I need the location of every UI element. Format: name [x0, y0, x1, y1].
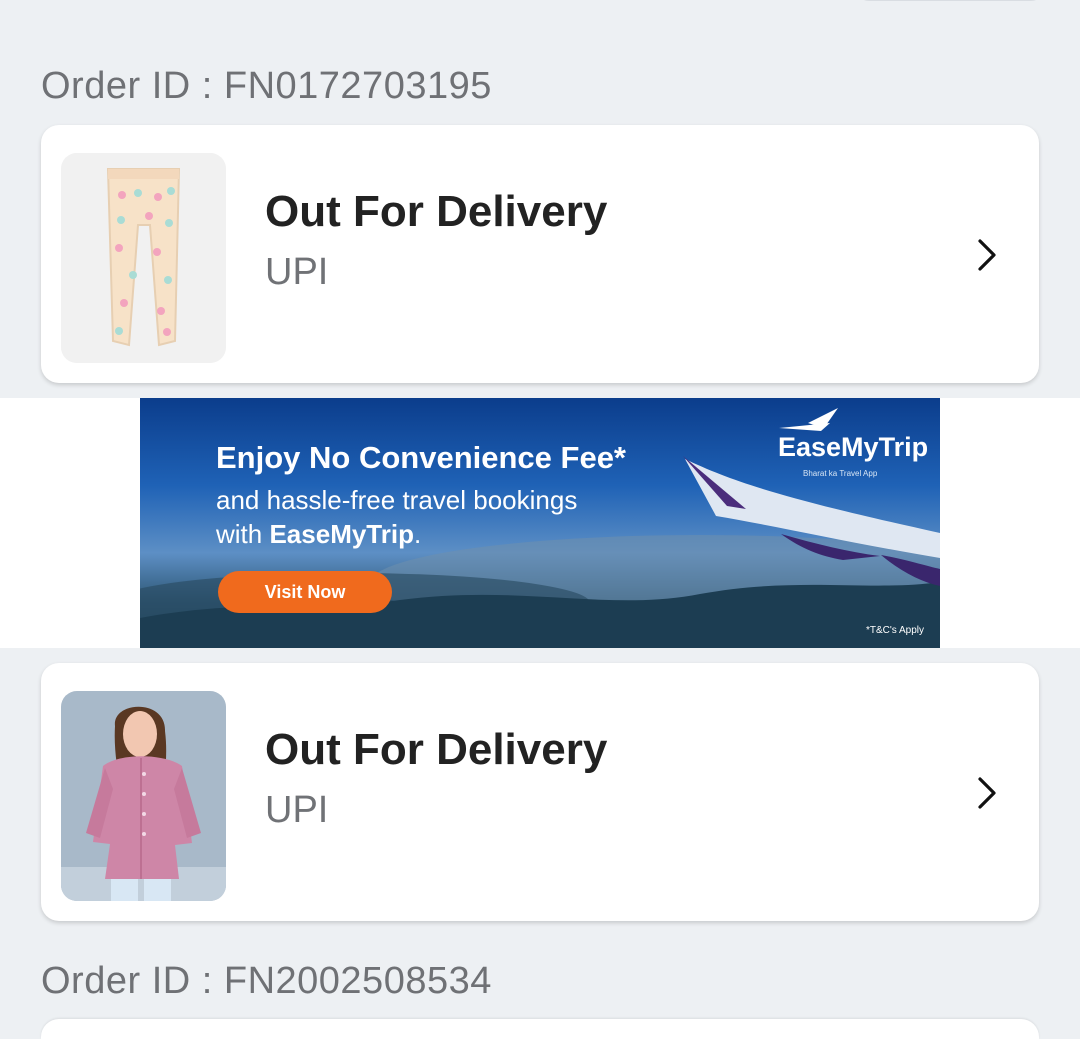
order-card[interactable]: Out For Delivery UPI [41, 663, 1039, 921]
easemytrip-tagline: Bharat ka Travel App [803, 469, 878, 478]
ad-subtext-suffix: . [413, 519, 422, 549]
product-image-cardigan [61, 691, 226, 901]
ad-headline: Enjoy No Convenience Fee* [216, 440, 626, 475]
previous-card-edge [855, 0, 1045, 1]
ad-subtext-line-1: and hassle-free travel bookings [216, 485, 578, 515]
order-id-label: Order ID : FN2002508534 [41, 960, 492, 1002]
easemytrip-logo-text: EaseMyTrip [778, 432, 929, 462]
payment-method: UPI [265, 251, 329, 293]
ad-banner[interactable]: Enjoy No Convenience Fee* and hassle-fre… [140, 398, 940, 648]
next-card-edge [41, 1019, 1039, 1039]
terms-apply-note: *T&C's Apply [865, 625, 924, 636]
product-image-leggings [61, 153, 226, 363]
chevron-right-icon[interactable] [971, 773, 1003, 813]
visit-now-button[interactable]: Visit Now [218, 571, 392, 613]
ad-subtext-brand: EaseMyTrip [269, 519, 414, 549]
order-card[interactable]: Out For Delivery UPI [41, 125, 1039, 383]
payment-method: UPI [265, 789, 329, 831]
order-status: Out For Delivery [265, 725, 608, 774]
ad-banner-strip: Enjoy No Convenience Fee* and hassle-fre… [0, 398, 1080, 648]
ad-subtext-prefix: with [216, 519, 270, 549]
order-id-label: Order ID : FN0172703195 [41, 65, 492, 107]
order-status: Out For Delivery [265, 187, 608, 236]
ad-subtext-line-2: with EaseMyTrip. [216, 521, 421, 547]
woman-cardigan-illustration [61, 691, 226, 901]
leggings-illustration [61, 153, 226, 363]
chevron-right-icon[interactable] [971, 235, 1003, 275]
